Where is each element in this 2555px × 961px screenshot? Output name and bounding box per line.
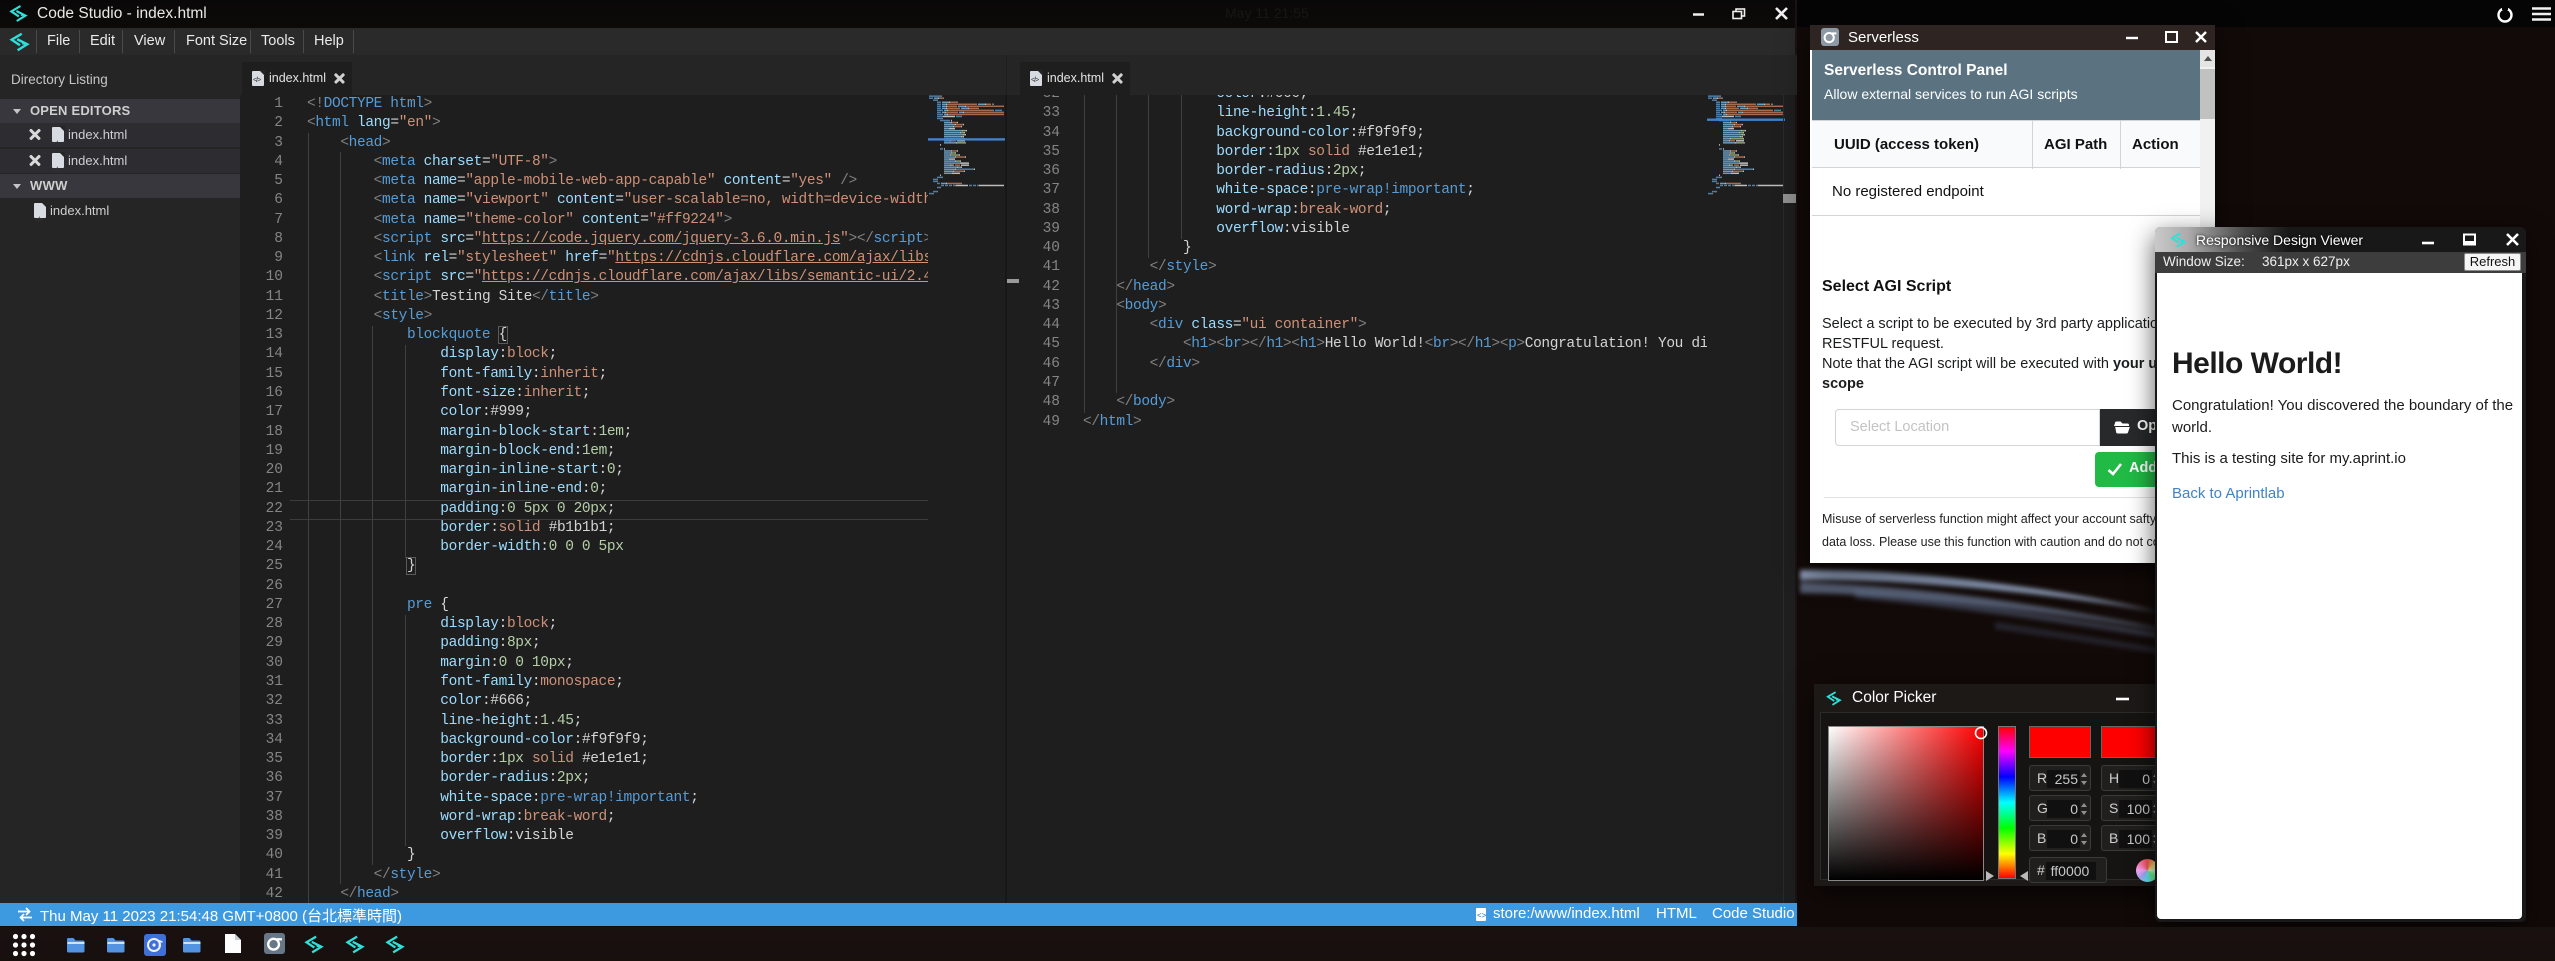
svg-text:<>: <> xyxy=(1477,911,1487,920)
